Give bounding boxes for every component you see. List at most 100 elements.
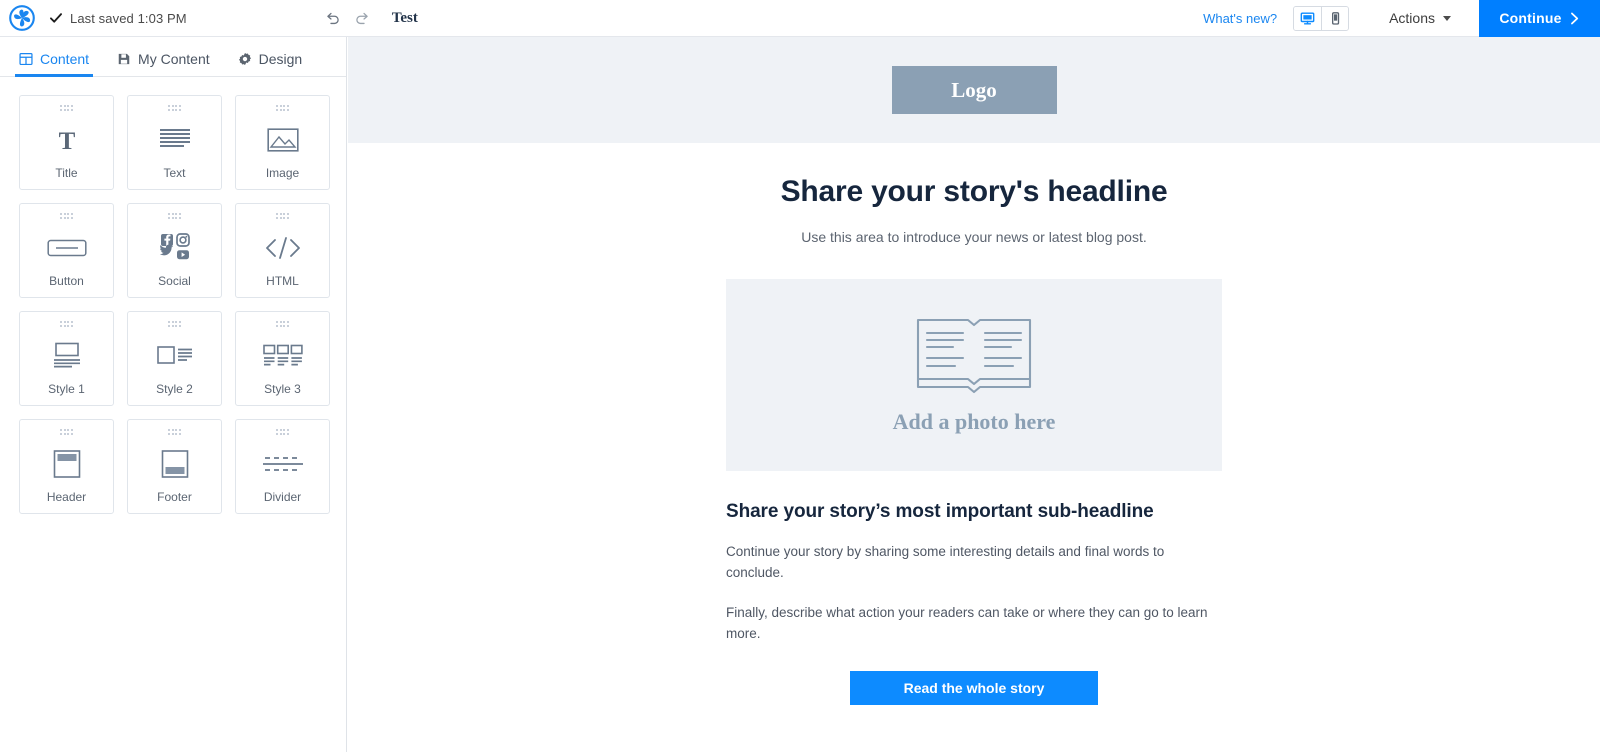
block-card-title[interactable]: T Title bbox=[19, 95, 114, 190]
mobile-preview-button[interactable] bbox=[1321, 6, 1349, 30]
block-art: T bbox=[20, 112, 113, 167]
code-brackets-icon bbox=[265, 236, 300, 259]
sidebar-item-my-content[interactable]: My Content bbox=[117, 51, 210, 76]
block-card-footer[interactable]: Footer bbox=[127, 419, 222, 514]
logo-placeholder[interactable]: Logo bbox=[891, 66, 1057, 114]
block-card-style-3[interactable]: Style 3 bbox=[235, 311, 330, 406]
sidebar-item-label: Content bbox=[40, 51, 90, 67]
pinwheel-logo-icon[interactable] bbox=[9, 5, 35, 31]
top-toolbar: Last saved 1:03 PM Test What's new? Acti… bbox=[0, 0, 1600, 37]
block-art bbox=[20, 436, 113, 491]
block-card-social[interactable]: Social bbox=[127, 203, 222, 298]
block-card-button[interactable]: Button bbox=[19, 203, 114, 298]
block-art bbox=[128, 220, 221, 275]
gear-icon bbox=[238, 52, 251, 66]
block-label: Title bbox=[55, 166, 78, 180]
serif-letter-t-icon: T bbox=[58, 128, 75, 155]
content-sidebar: Content My Content Design T Title Text I… bbox=[0, 37, 347, 752]
drag-handle-icon[interactable] bbox=[168, 321, 181, 328]
sidebar-item-design[interactable]: Design bbox=[238, 51, 303, 76]
top-toolbar-right: What's new? Actions Continue bbox=[1203, 0, 1600, 37]
campaign-title[interactable]: Test bbox=[392, 10, 418, 27]
drag-handle-icon[interactable] bbox=[276, 429, 289, 436]
undo-button[interactable] bbox=[320, 5, 346, 31]
block-label: Header bbox=[46, 490, 87, 504]
actions-label: Actions bbox=[1389, 10, 1435, 26]
email-body: Share your story's headline Use this are… bbox=[348, 143, 1600, 705]
sidebar-item-label: Design bbox=[258, 51, 303, 67]
three-column-icon bbox=[262, 344, 303, 365]
redo-button[interactable] bbox=[350, 5, 376, 31]
read-the-whole-story-button[interactable]: Read the whole story bbox=[850, 670, 1098, 705]
desktop-preview-button[interactable] bbox=[1294, 6, 1322, 30]
email-headline[interactable]: Share your story's headline bbox=[348, 143, 1600, 209]
image-placeholder-block[interactable]: Add a photo here bbox=[726, 279, 1222, 471]
dashed-divider-icon bbox=[262, 456, 303, 471]
header-bar-icon bbox=[53, 449, 80, 478]
block-art bbox=[20, 220, 113, 275]
drag-handle-icon[interactable] bbox=[168, 213, 181, 220]
device-preview-toggle bbox=[1293, 5, 1350, 31]
logo-section[interactable]: Logo bbox=[348, 37, 1600, 143]
email-paragraph-1[interactable]: Continue your story by sharing some inte… bbox=[726, 523, 1222, 584]
text-lines-icon bbox=[159, 128, 190, 147]
block-label: Style 1 bbox=[48, 382, 85, 396]
footer-bar-icon bbox=[161, 449, 188, 478]
email-paragraph-2[interactable]: Finally, describe what action your reade… bbox=[726, 584, 1222, 645]
block-card-header[interactable]: Header bbox=[19, 419, 114, 514]
drag-handle-icon[interactable] bbox=[60, 105, 73, 112]
block-art bbox=[236, 220, 329, 275]
social-networks-icon bbox=[159, 232, 190, 259]
block-card-style-2[interactable]: Style 2 bbox=[127, 311, 222, 406]
block-art bbox=[236, 436, 329, 491]
save-status: Last saved 1:03 PM bbox=[49, 11, 187, 26]
undo-arrow-icon bbox=[327, 12, 339, 24]
checkmark-icon bbox=[50, 13, 62, 23]
drag-handle-icon[interactable] bbox=[168, 105, 181, 112]
email-subheadline[interactable]: Share your story’s most important sub-he… bbox=[726, 471, 1222, 523]
block-card-divider[interactable]: Divider bbox=[235, 419, 330, 514]
sidebar-tabs: Content My Content Design bbox=[0, 37, 346, 77]
drag-handle-icon[interactable] bbox=[168, 429, 181, 436]
email-canvas: Logo Share your story's headline Use thi… bbox=[348, 37, 1600, 752]
drag-handle-icon[interactable] bbox=[60, 429, 73, 436]
actions-menu-button[interactable]: Actions bbox=[1389, 10, 1451, 26]
email-text-column: Share your story’s most important sub-he… bbox=[726, 471, 1222, 705]
whats-new-link[interactable]: What's new? bbox=[1203, 11, 1277, 26]
block-card-style-1[interactable]: Style 1 bbox=[19, 311, 114, 406]
block-card-html[interactable]: HTML bbox=[235, 203, 330, 298]
block-card-text[interactable]: Text bbox=[127, 95, 222, 190]
email-intro-text[interactable]: Use this area to introduce your news or … bbox=[348, 209, 1600, 245]
drag-handle-icon[interactable] bbox=[276, 213, 289, 220]
block-label: Footer bbox=[157, 490, 192, 504]
block-label: Text bbox=[163, 166, 186, 180]
block-label: Image bbox=[265, 166, 300, 180]
block-label: Style 2 bbox=[156, 382, 193, 396]
continue-label: Continue bbox=[1499, 10, 1562, 26]
drag-handle-icon[interactable] bbox=[276, 105, 289, 112]
rounded-button-icon bbox=[46, 239, 87, 256]
block-art bbox=[128, 436, 221, 491]
open-book-icon bbox=[916, 318, 1032, 394]
image-beside-text-icon bbox=[156, 345, 192, 364]
picture-mountain-icon bbox=[266, 127, 299, 152]
history-controls bbox=[320, 5, 380, 31]
chevron-right-icon bbox=[1570, 12, 1578, 24]
drag-handle-icon[interactable] bbox=[60, 213, 73, 220]
image-placeholder-caption: Add a photo here bbox=[892, 409, 1056, 434]
block-label: Style 3 bbox=[264, 382, 301, 396]
block-art bbox=[20, 328, 113, 383]
drag-handle-icon[interactable] bbox=[60, 321, 73, 328]
redo-arrow-icon bbox=[356, 12, 368, 24]
sidebar-item-content[interactable]: Content bbox=[14, 51, 94, 77]
save-status-text: Last saved 1:03 PM bbox=[70, 10, 187, 26]
block-art bbox=[236, 112, 329, 167]
block-label: HTML bbox=[266, 274, 299, 288]
continue-button[interactable]: Continue bbox=[1479, 0, 1600, 37]
chevron-down-icon bbox=[1443, 15, 1451, 21]
sidebar-item-label: My Content bbox=[138, 51, 210, 67]
block-art bbox=[236, 328, 329, 383]
cta-container: Read the whole story bbox=[726, 645, 1222, 705]
drag-handle-icon[interactable] bbox=[276, 321, 289, 328]
block-card-image[interactable]: Image bbox=[235, 95, 330, 190]
